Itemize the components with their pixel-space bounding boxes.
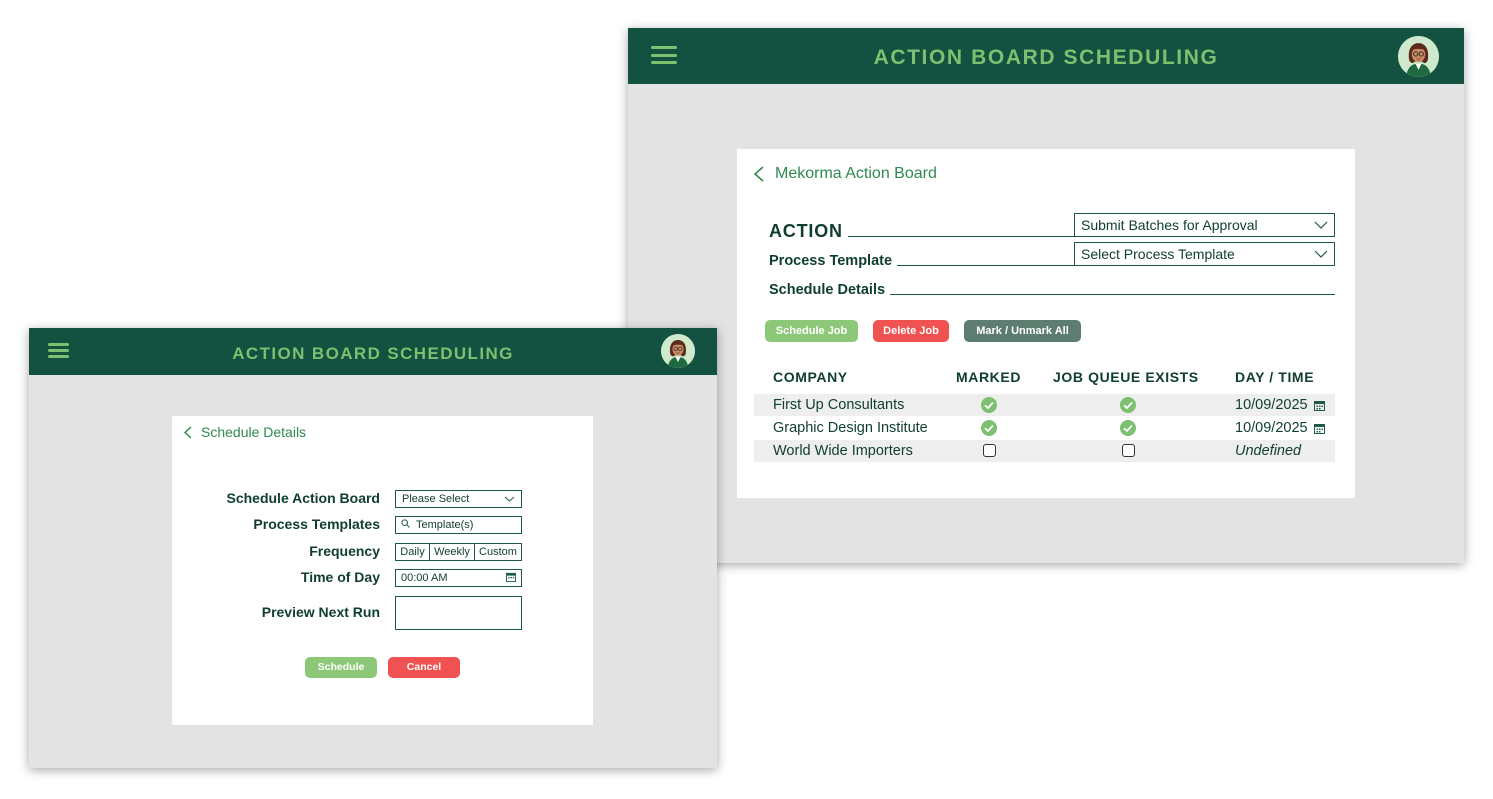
calendar-icon[interactable] xyxy=(1313,400,1325,411)
column-header-day-time: DAY / TIME xyxy=(1235,369,1315,385)
schedule-job-button[interactable]: Schedule Job xyxy=(765,320,858,342)
schedule-details-rule xyxy=(890,294,1335,295)
back-link[interactable]: Schedule Details xyxy=(183,424,306,440)
frequency-segmented-control: Daily Weekly Custom xyxy=(395,543,522,561)
calendar-icon[interactable] xyxy=(506,572,516,585)
company-cell: World Wide Importers xyxy=(773,443,913,459)
action-board-panel: Mekorma Action Board ACTION Submit Batch… xyxy=(737,149,1355,498)
process-template-select[interactable]: Select Process Template xyxy=(1074,242,1335,266)
schedule-button[interactable]: Schedule xyxy=(305,657,377,678)
action-board-window: ACTION BOARD SCHEDULING Mekorma Action B… xyxy=(628,28,1464,563)
frequency-label: Frequency xyxy=(309,543,380,559)
column-header-job-queue-exists: JOB QUEUE EXISTS xyxy=(1053,369,1199,385)
search-icon xyxy=(401,519,410,531)
check-circle-icon[interactable] xyxy=(1120,397,1136,413)
process-templates-placeholder: Template(s) xyxy=(416,519,474,531)
chevron-down-icon xyxy=(1314,250,1328,258)
preview-next-run-label: Preview Next Run xyxy=(261,604,380,620)
check-circle-icon[interactable] xyxy=(981,420,997,436)
day-time-value: 10/09/2025 xyxy=(1235,420,1308,436)
time-of-day-value: 00:00 AM xyxy=(401,572,448,584)
check-circle-icon[interactable] xyxy=(1120,420,1136,436)
back-link[interactable]: Mekorma Action Board xyxy=(753,165,937,183)
table-row[interactable]: World Wide Importers Undefined xyxy=(754,440,1335,462)
day-time-value: 10/09/2025 xyxy=(1235,397,1308,413)
company-cell: First Up Consultants xyxy=(773,397,905,413)
check-circle-icon[interactable] xyxy=(981,397,997,413)
chevron-down-icon xyxy=(504,493,515,505)
avatar-icon[interactable] xyxy=(1398,36,1439,77)
process-template-select-value: Select Process Template xyxy=(1081,246,1235,262)
marked-checkbox[interactable] xyxy=(983,444,996,457)
process-templates-label: Process Templates xyxy=(253,516,380,532)
schedule-details-window: ACTION BOARD SCHEDULING Schedule Details xyxy=(29,328,717,768)
action-label: ACTION xyxy=(769,221,843,241)
day-time-cell: 10/09/2025 xyxy=(1235,420,1325,436)
schedule-details-panel: Schedule Details Schedule Action Board P… xyxy=(172,416,593,725)
app-title: ACTION BOARD SCHEDULING xyxy=(873,46,1219,69)
back-link-label: Schedule Details xyxy=(201,424,307,440)
app-title: ACTION BOARD SCHEDULING xyxy=(232,344,514,363)
day-time-cell: 10/09/2025 xyxy=(1235,397,1325,413)
chevron-left-icon xyxy=(753,166,765,182)
avatar-icon[interactable] xyxy=(661,334,695,368)
table-row[interactable]: Graphic Design Institute 10/09/2025 xyxy=(754,417,1335,439)
action-select-value: Submit Batches for Approval xyxy=(1081,217,1258,233)
app-header: ACTION BOARD SCHEDULING xyxy=(628,28,1464,84)
frequency-custom-option[interactable]: Custom xyxy=(475,544,521,560)
action-select[interactable]: Submit Batches for Approval xyxy=(1074,213,1335,237)
company-cell: Graphic Design Institute xyxy=(773,420,928,436)
schedule-action-board-select[interactable]: Please Select xyxy=(395,490,522,508)
day-time-cell: Undefined xyxy=(1235,443,1302,459)
action-rule xyxy=(848,236,1074,237)
delete-job-button[interactable]: Delete Job xyxy=(873,320,949,342)
table-row[interactable]: First Up Consultants 10/09/2025 xyxy=(754,394,1335,416)
column-header-company: COMPANY xyxy=(773,369,848,385)
time-of-day-input[interactable]: 00:00 AM xyxy=(395,569,522,587)
schedule-action-board-value: Please Select xyxy=(402,493,470,505)
schedule-action-board-label: Schedule Action Board xyxy=(226,490,380,506)
process-templates-search-input[interactable]: Template(s) xyxy=(395,516,522,534)
back-link-label: Mekorma Action Board xyxy=(775,165,937,182)
frequency-weekly-option[interactable]: Weekly xyxy=(430,544,475,560)
preview-next-run-field[interactable] xyxy=(395,596,522,630)
calendar-icon[interactable] xyxy=(1313,423,1325,434)
cancel-button[interactable]: Cancel xyxy=(388,657,460,678)
chevron-left-icon xyxy=(183,425,193,439)
job-queue-checkbox[interactable] xyxy=(1122,444,1135,457)
app-header: ACTION BOARD SCHEDULING xyxy=(29,328,717,375)
time-of-day-label: Time of Day xyxy=(300,569,380,585)
schedule-details-label: Schedule Details xyxy=(769,282,886,298)
chevron-down-icon xyxy=(1314,221,1328,229)
column-header-marked: MARKED xyxy=(956,369,1022,385)
frequency-daily-option[interactable]: Daily xyxy=(396,544,430,560)
process-template-rule xyxy=(897,265,1074,266)
process-template-label: Process Template xyxy=(769,253,893,269)
mark-unmark-all-button[interactable]: Mark / Unmark All xyxy=(964,320,1081,342)
